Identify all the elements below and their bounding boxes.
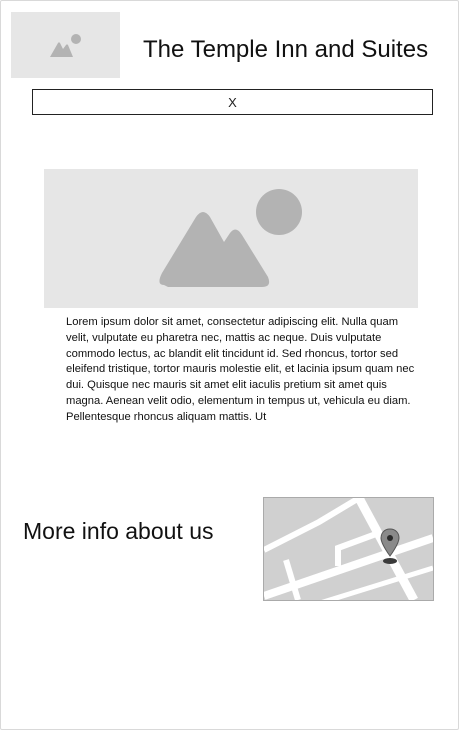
close-button-label: X bbox=[228, 94, 237, 110]
hero-image-placeholder bbox=[44, 169, 418, 308]
map-pin-icon bbox=[380, 528, 400, 564]
body-paragraph: Lorem ipsum dolor sit amet, consectetur … bbox=[66, 316, 415, 423]
map-widget[interactable] bbox=[263, 497, 434, 601]
page-title: The Temple Inn and Suites bbox=[143, 36, 429, 63]
close-button[interactable]: X bbox=[32, 89, 433, 115]
image-placeholder-icon bbox=[50, 34, 81, 57]
logo-image-placeholder bbox=[11, 12, 120, 78]
map-graphic bbox=[264, 498, 433, 600]
page-frame: The Temple Inn and Suites X Lorem ipsum … bbox=[0, 0, 459, 730]
image-placeholder-icon bbox=[159, 189, 302, 287]
more-info-heading: More info about us bbox=[23, 518, 214, 544]
